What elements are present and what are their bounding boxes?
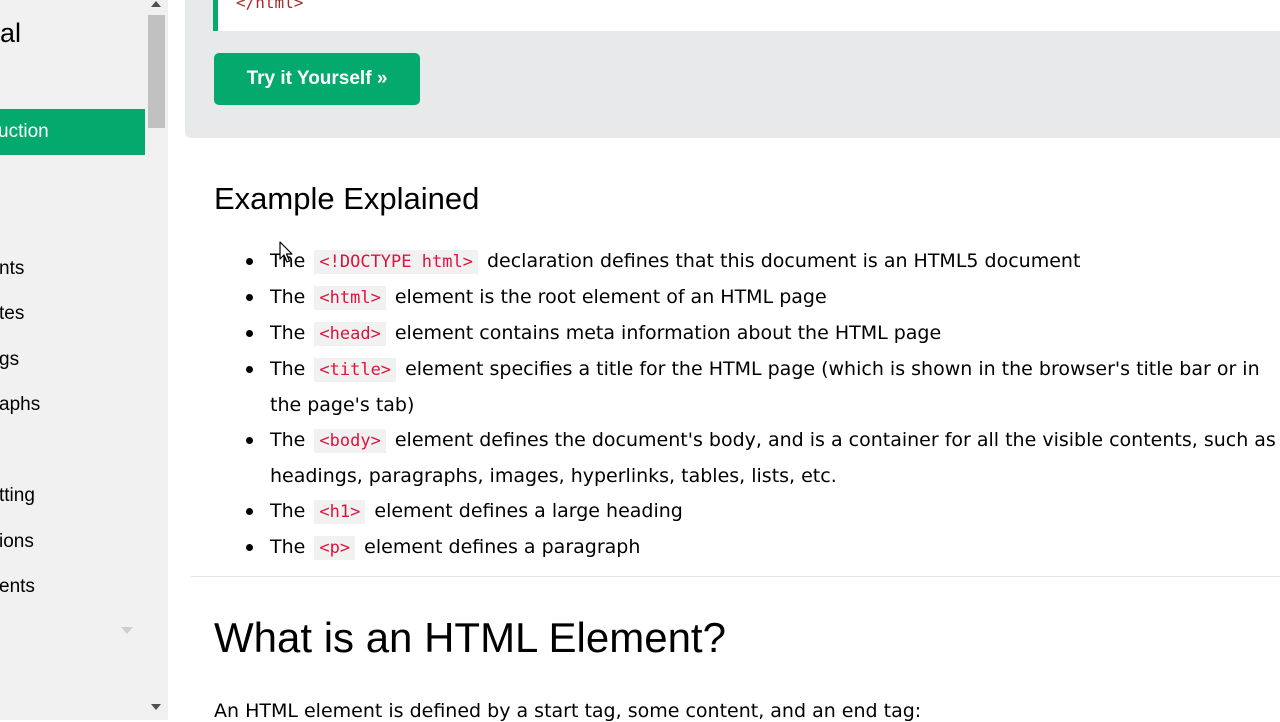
tag-code: <p>: [314, 536, 356, 560]
scrollbar-thumb[interactable]: [148, 15, 165, 128]
list-item: The <h1> element defines a large heading: [214, 494, 1280, 530]
list-item-text: element defines a paragraph: [364, 536, 641, 558]
chevron-down-icon: [121, 627, 133, 634]
list-item-text: declaration defines that this document i…: [486, 250, 1081, 272]
code-panel: </html>: [213, 0, 1280, 31]
list-item-text: element contains meta information about …: [394, 322, 942, 344]
sidebar-item-paragraphs[interactable]: aphs: [0, 394, 40, 416]
tag-code: <head>: [314, 322, 386, 346]
tag-code: <h1>: [314, 500, 366, 524]
list-item-text: The: [270, 358, 306, 380]
list-item: The <head> element contains meta informa…: [214, 316, 1280, 352]
sidebar-item-label: uction: [0, 121, 49, 142]
sidebar-item-quotations[interactable]: ions: [0, 531, 34, 553]
list-item-text: element defines a large heading: [374, 500, 683, 522]
explained-list: The <!DOCTYPE html> declaration defines …: [214, 244, 1280, 566]
sidebar-item-comments[interactable]: ents: [0, 576, 35, 598]
tag-code: <html>: [314, 286, 386, 310]
list-item: The <body> element defines the document'…: [214, 423, 1280, 494]
list-item-text: The: [270, 286, 306, 308]
list-item-text: The: [270, 536, 306, 558]
list-item-continuation: the page's tab): [270, 394, 415, 416]
tag-code: <title>: [314, 358, 397, 382]
sidebar-item-introduction[interactable]: uction: [0, 109, 145, 155]
code-line: </html>: [236, 0, 304, 12]
list-item: The <p> element defines a paragraph: [214, 530, 1280, 566]
sidebar-item-headings[interactable]: gs: [0, 349, 19, 371]
list-item: The <!DOCTYPE html> declaration defines …: [214, 244, 1280, 280]
list-item: The <html> element is the root element o…: [214, 280, 1280, 316]
list-item-text: element specifies a title for the HTML p…: [405, 358, 1260, 380]
list-item: The <title> element specifies a title fo…: [214, 352, 1280, 423]
page-heading: What is an HTML Element?: [214, 614, 726, 661]
intro-paragraph: An HTML element is defined by a start ta…: [214, 700, 922, 722]
sidebar-scrollbar[interactable]: [145, 0, 168, 720]
tag-code: <!DOCTYPE html>: [314, 250, 478, 274]
mouse-cursor-icon: [279, 241, 293, 263]
example-box: </html> Try it Yourself »: [185, 0, 1280, 138]
scroll-up-icon[interactable]: [151, 1, 161, 7]
section-heading: Example Explained: [214, 181, 480, 216]
list-item-text: The: [270, 429, 306, 451]
sidebar-item-elements[interactable]: nts: [0, 258, 24, 280]
sidebar: ial uction nts tes gs aphs tting ions en…: [0, 0, 145, 720]
list-item-text: element is the root element of an HTML p…: [394, 286, 827, 308]
try-it-yourself-button[interactable]: Try it Yourself »: [214, 53, 420, 105]
sidebar-item-attributes[interactable]: tes: [0, 303, 24, 325]
scroll-down-icon[interactable]: [151, 704, 161, 710]
list-item-text: The: [270, 500, 306, 522]
sidebar-title: ial: [0, 18, 22, 48]
list-item-continuation: headings, paragraphs, images, hyperlinks…: [270, 465, 837, 487]
tag-code: <body>: [314, 429, 386, 453]
sidebar-item-formatting[interactable]: tting: [0, 485, 35, 507]
divider: [191, 576, 1280, 577]
list-item-text: element defines the document's body, and…: [394, 429, 1276, 451]
list-item-text: The: [270, 322, 306, 344]
